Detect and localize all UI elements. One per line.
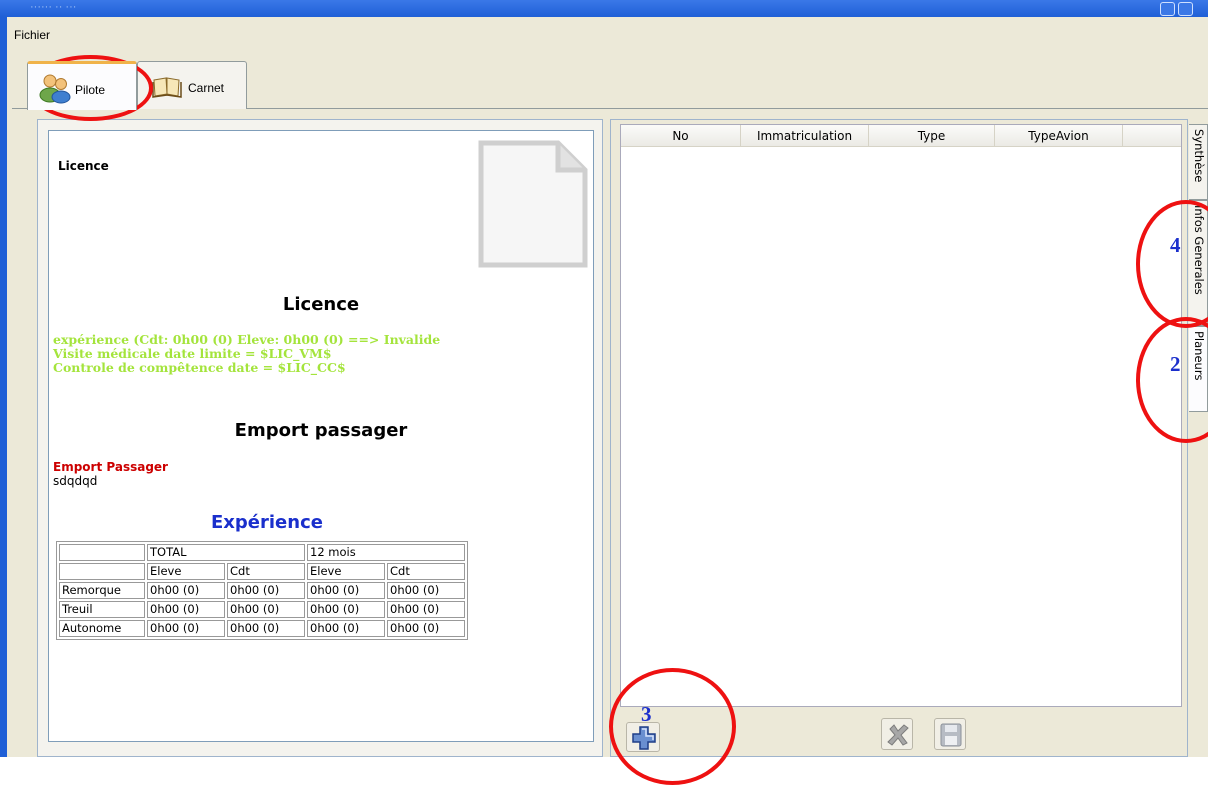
table-cell: 0h00 (0): [147, 620, 225, 637]
table-header-eleve: Eleve: [147, 563, 225, 580]
side-tab-synthese[interactable]: Synthèse: [1189, 124, 1208, 200]
tab-pilote-label: Pilote: [75, 83, 106, 97]
table-header-12-mois: 12 mois: [307, 544, 465, 561]
emport-passager-value: sdqdqd: [53, 474, 98, 488]
floppy-icon: [940, 723, 962, 747]
licence-experience-line: expérience (Cdt: 0h00 (0) Eleve: 0h00 (0…: [53, 332, 441, 347]
annotation-number-3: 3: [641, 702, 652, 726]
glider-grid[interactable]: No Immatriculation Type TypeAvion: [620, 124, 1182, 707]
table-cell: 0h00 (0): [227, 601, 305, 618]
minimize-button[interactable]: [1160, 2, 1175, 16]
table-cell: Autonome: [59, 620, 145, 637]
table-row: TOTAL 12 mois: [59, 544, 465, 561]
experience-table: TOTAL 12 mois Eleve Cdt Eleve Cdt Remorq…: [56, 541, 468, 640]
table-header-cdt: Cdt: [227, 563, 305, 580]
licence-competence-line: Controle de compêtence date = $LIC_CC$: [53, 360, 346, 375]
table-row: Remorque 0h00 (0) 0h00 (0) 0h00 (0) 0h00…: [59, 582, 465, 599]
side-tab-planeurs-label: Planeurs: [1192, 331, 1206, 381]
table-header-total: TOTAL: [147, 544, 305, 561]
window-left-edge: [7, 17, 12, 757]
table-row: Autonome 0h00 (0) 0h00 (0) 0h00 (0) 0h00…: [59, 620, 465, 637]
table-cell: [59, 544, 145, 561]
table-header-cdt: Cdt: [387, 563, 465, 580]
side-tab-infos-generales-label: Infos Generales: [1192, 205, 1206, 295]
menu-fichier[interactable]: Fichier: [12, 28, 52, 42]
window-titlebar: ······ ·· ···: [0, 0, 1208, 17]
table-cell: 0h00 (0): [387, 620, 465, 637]
side-tab-synthese-label: Synthèse: [1192, 129, 1206, 183]
table-cell: 0h00 (0): [307, 601, 385, 618]
tab-carnet-label: Carnet: [188, 81, 225, 95]
window-title: ······ ·· ···: [30, 1, 77, 13]
emport-heading: Emport passager: [234, 420, 408, 441]
column-header-type[interactable]: Type: [869, 125, 995, 147]
table-cell: [59, 563, 145, 580]
table-row: Treuil 0h00 (0) 0h00 (0) 0h00 (0) 0h00 (…: [59, 601, 465, 618]
delete-button[interactable]: [881, 718, 913, 750]
side-tab-planeurs[interactable]: Planeurs: [1189, 326, 1208, 412]
table-cell: Remorque: [59, 582, 145, 599]
restore-button[interactable]: [1178, 2, 1193, 16]
column-header-no[interactable]: No: [621, 125, 741, 147]
licence-medical-line: Visite médicale date limite = $LIC_VM$: [53, 346, 332, 361]
annotation-number-4: 4: [1170, 233, 1181, 257]
users-icon: [39, 74, 71, 104]
table-cell: 0h00 (0): [307, 582, 385, 599]
licence-label: Licence: [58, 159, 109, 173]
column-header-immatriculation[interactable]: Immatriculation: [741, 125, 869, 147]
save-button[interactable]: [934, 718, 966, 750]
side-tab-infos-generales[interactable]: Infos Generales: [1189, 200, 1208, 326]
book-icon: [152, 77, 182, 98]
document-placeholder-icon: [478, 140, 588, 268]
table-cell: 0h00 (0): [147, 601, 225, 618]
tab-pilote[interactable]: Pilote: [27, 61, 137, 110]
table-cell: 0h00 (0): [227, 582, 305, 599]
grid-header: No Immatriculation Type TypeAvion: [621, 125, 1181, 147]
table-cell: 0h00 (0): [387, 601, 465, 618]
table-cell: 0h00 (0): [307, 620, 385, 637]
menu-bar: Fichier: [12, 24, 1208, 44]
annotation-number-2: 2: [1170, 352, 1181, 376]
emport-passager-label: Emport Passager: [53, 460, 168, 474]
table-header-eleve: Eleve: [307, 563, 385, 580]
column-header-typeavion[interactable]: TypeAvion: [995, 125, 1123, 147]
x-icon: [887, 724, 909, 746]
licence-heading: Licence: [282, 294, 360, 315]
tab-carnet[interactable]: Carnet: [137, 61, 247, 109]
table-cell: 0h00 (0): [227, 620, 305, 637]
plus-icon: [632, 726, 656, 750]
table-cell: 0h00 (0): [387, 582, 465, 599]
table-cell: Treuil: [59, 601, 145, 618]
experience-heading: Expérience: [211, 512, 323, 533]
table-cell: 0h00 (0): [147, 582, 225, 599]
table-row: Eleve Cdt Eleve Cdt: [59, 563, 465, 580]
